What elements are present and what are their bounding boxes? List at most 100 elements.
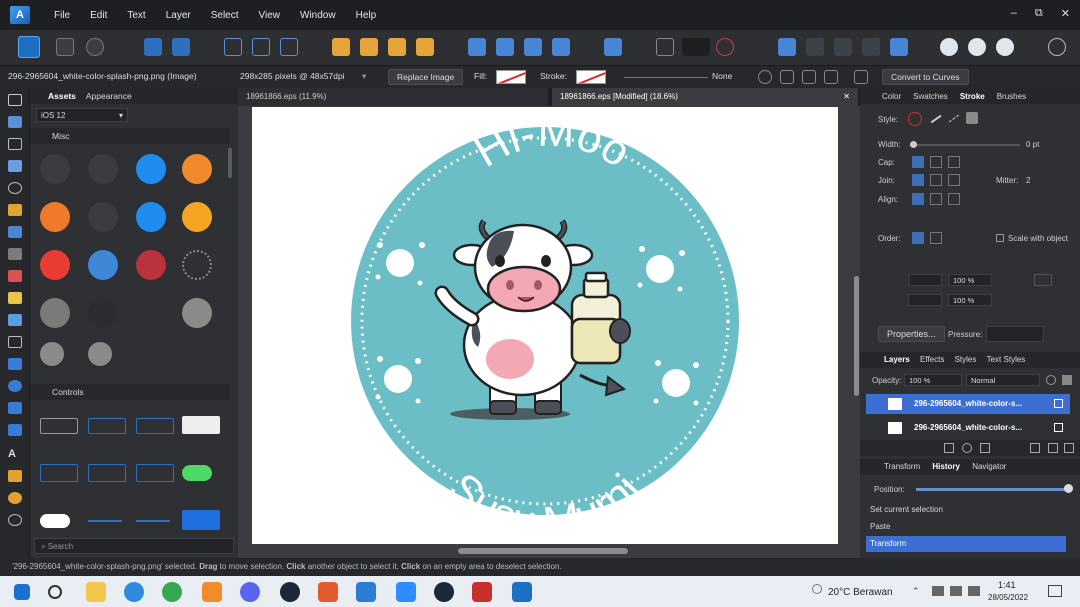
copy-icon[interactable] xyxy=(824,70,838,84)
tab-transform[interactable]: Transform xyxy=(884,462,920,471)
search-input[interactable]: ⌕ Search xyxy=(34,538,234,554)
fill-tool-icon[interactable] xyxy=(8,270,22,282)
arrange-forward-icon[interactable] xyxy=(360,38,378,56)
tab-assets[interactable]: Assets xyxy=(48,91,76,101)
mail-icon[interactable] xyxy=(318,582,338,602)
move-tool-icon[interactable] xyxy=(8,94,22,106)
search-icon[interactable] xyxy=(48,585,62,599)
assistant-icon[interactable] xyxy=(996,38,1014,56)
view-mode-icon[interactable] xyxy=(224,38,242,56)
brush-stroke-icon[interactable] xyxy=(966,112,978,124)
horizontal-scrollbar[interactable] xyxy=(458,548,628,554)
slider-2-asset[interactable] xyxy=(136,520,170,522)
location-asset-icon[interactable] xyxy=(88,154,118,184)
join-miter-icon[interactable] xyxy=(912,174,924,186)
arrow-start-select[interactable] xyxy=(908,274,942,286)
arrow-end-scale[interactable]: 100 % xyxy=(948,294,992,306)
restore-button[interactable]: ⧉ xyxy=(1035,7,1043,20)
menu-window[interactable]: Window xyxy=(300,10,336,21)
width-slider-handle[interactable] xyxy=(910,141,917,148)
pencil-tool-icon[interactable] xyxy=(8,226,22,238)
stroke-swatch[interactable] xyxy=(576,70,606,84)
ellipse-tool-icon[interactable] xyxy=(8,380,22,392)
control-stepper-asset[interactable] xyxy=(136,418,174,434)
tab-navigator[interactable]: Navigator xyxy=(972,462,1006,471)
solid-line-icon[interactable] xyxy=(930,114,942,123)
notification-icon[interactable] xyxy=(1048,585,1062,597)
rectangle-tool-icon[interactable] xyxy=(8,358,22,370)
designer-persona-icon[interactable] xyxy=(18,36,40,58)
transparency-tool-icon[interactable] xyxy=(8,292,22,304)
menu-file[interactable]: File xyxy=(54,10,70,21)
geometry-intersect-icon[interactable] xyxy=(834,38,852,56)
triangle-tool-icon[interactable] xyxy=(8,424,22,436)
game-icon[interactable] xyxy=(472,582,492,602)
vscode-icon[interactable] xyxy=(356,582,376,602)
slider-asset[interactable] xyxy=(88,520,122,522)
menu-view[interactable]: View xyxy=(259,10,281,21)
steam-2-icon[interactable] xyxy=(434,582,454,602)
vector-brush-icon[interactable] xyxy=(8,248,22,260)
node-tool-icon[interactable] xyxy=(8,138,22,150)
trash-asset-icon[interactable] xyxy=(40,250,70,280)
pen-tool-icon[interactable] xyxy=(8,204,22,216)
cap-round-icon[interactable] xyxy=(930,156,942,168)
archive-asset-icon[interactable] xyxy=(88,250,118,280)
swap-arrows-icon[interactable] xyxy=(1034,274,1052,286)
edit-image-icon[interactable] xyxy=(854,70,868,84)
account-icon[interactable] xyxy=(1048,38,1066,56)
tab-brushes[interactable]: Brushes xyxy=(997,92,1026,101)
place-image-icon[interactable] xyxy=(8,314,22,326)
geometry-subtract-icon[interactable] xyxy=(806,38,824,56)
width-value[interactable]: 0 pt xyxy=(1026,140,1039,149)
flip-horizontal-icon[interactable] xyxy=(468,38,486,56)
snapping-options-icon[interactable] xyxy=(682,38,710,56)
align-center-icon[interactable] xyxy=(912,193,924,205)
align-outside-icon[interactable] xyxy=(948,193,960,205)
replace-image-button[interactable]: Replace Image xyxy=(388,69,464,85)
menu-text[interactable]: Text xyxy=(127,10,145,21)
layer-visibility-checkbox[interactable] xyxy=(1054,423,1063,432)
list-asset-icon[interactable] xyxy=(40,154,70,184)
reply-asset-icon[interactable] xyxy=(136,202,166,232)
view-mode-3-icon[interactable] xyxy=(280,38,298,56)
radio-asset-icon[interactable] xyxy=(88,298,118,328)
tab-layers[interactable]: Layers xyxy=(884,355,910,364)
align-icon[interactable] xyxy=(604,38,622,56)
menu-help[interactable]: Help xyxy=(356,10,377,21)
tab-document-2[interactable]: 18961866.eps [Modified] (18.6%) ✕ xyxy=(552,88,858,106)
weather-icon[interactable] xyxy=(812,584,822,594)
menu-edit[interactable]: Edit xyxy=(90,10,107,21)
properties-button[interactable]: Properties... xyxy=(878,326,945,342)
convert-to-curves-button[interactable]: Convert to Curves xyxy=(882,69,969,85)
badge-artwork[interactable]: Hi-Moo Susu Murni xyxy=(252,106,838,548)
section-controls[interactable]: Controls xyxy=(30,384,230,400)
geometry-xor-icon[interactable] xyxy=(862,38,880,56)
tab-swatches[interactable]: Swatches xyxy=(913,92,948,101)
artboard[interactable]: Hi-Moo Susu Murni xyxy=(252,106,838,548)
tab-stroke[interactable]: Stroke xyxy=(960,92,985,101)
chevron-down-icon[interactable]: ▾ xyxy=(362,71,366,82)
tab-effects[interactable]: Effects xyxy=(920,355,944,364)
chevron-up-icon[interactable]: ⌃ xyxy=(912,586,920,597)
spinner-asset-icon[interactable] xyxy=(182,250,212,280)
stroke-slider[interactable] xyxy=(624,77,708,78)
mitter-value[interactable]: 2 xyxy=(1026,176,1030,185)
arrange-front-icon[interactable] xyxy=(332,38,350,56)
arrange-back-icon[interactable] xyxy=(416,38,434,56)
dots-asset-icon[interactable] xyxy=(136,250,166,280)
assets-scrollbar[interactable] xyxy=(228,148,232,178)
dashed-line-icon[interactable] xyxy=(948,114,960,123)
vertical-scrollbar[interactable] xyxy=(854,276,859,396)
app-tray-icon[interactable] xyxy=(932,586,944,596)
badge-avatar-asset-icon[interactable] xyxy=(88,342,112,366)
discord-icon[interactable] xyxy=(240,582,260,602)
clip-icon[interactable] xyxy=(968,38,986,56)
button-filled-asset[interactable] xyxy=(182,510,220,530)
opacity-field[interactable]: 100 % xyxy=(904,374,962,386)
order-back-icon[interactable] xyxy=(930,232,942,244)
volume-asset-icon[interactable] xyxy=(88,202,118,232)
avatar-asset-icon[interactable] xyxy=(40,298,70,328)
tab-text-styles[interactable]: Text Styles xyxy=(987,355,1026,364)
cap-butt-icon[interactable] xyxy=(912,156,924,168)
